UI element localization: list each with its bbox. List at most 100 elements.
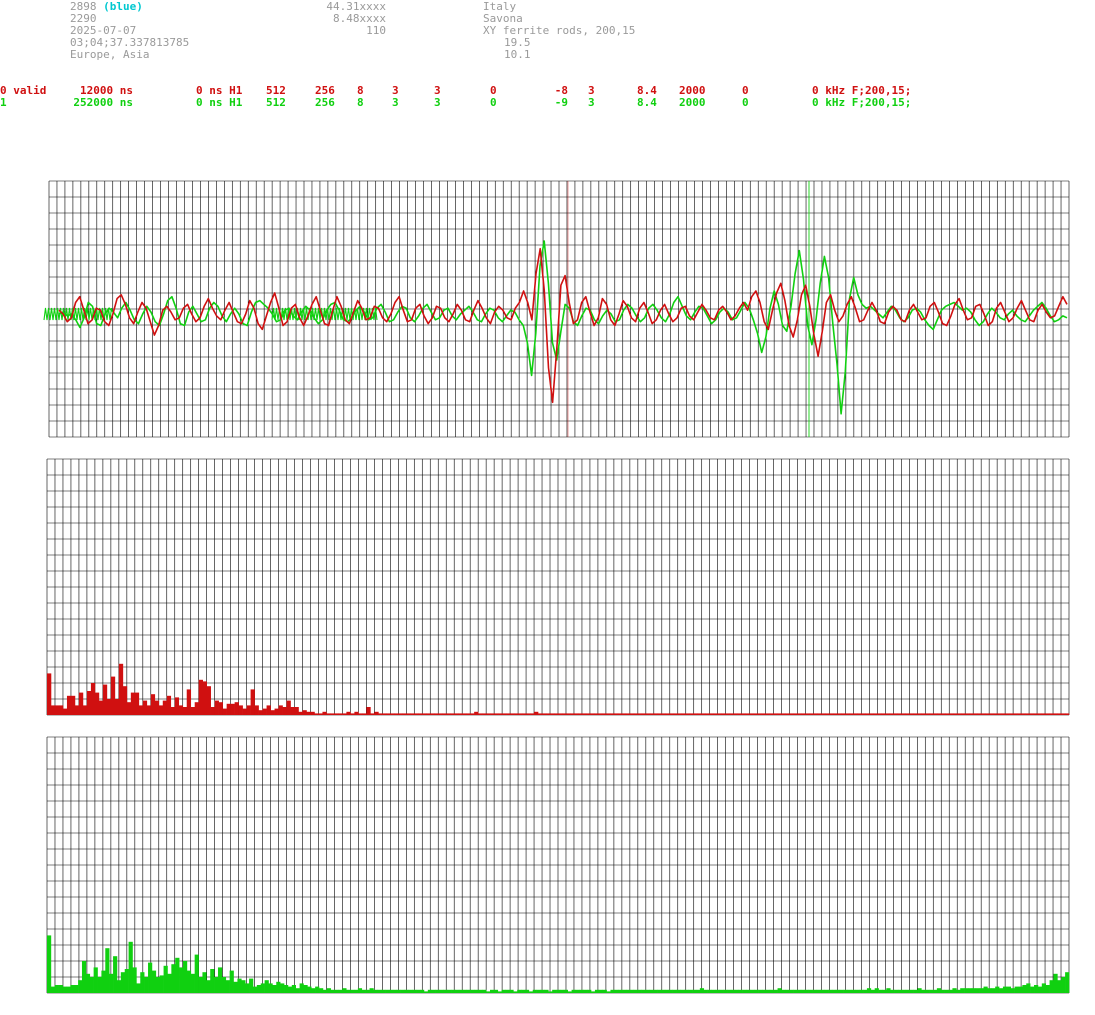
green-spectrum-bar <box>50 986 56 993</box>
red-spectrum-bar <box>154 700 160 715</box>
green-spectrum-bar <box>58 985 63 993</box>
red-spectrum-bar <box>913 713 918 715</box>
red-spectrum-bar <box>1017 713 1022 715</box>
red-spectrum-bar <box>937 713 942 715</box>
green-spectrum-bar <box>412 989 417 993</box>
green-spectrum-bar <box>474 989 479 993</box>
red-spectrum-bar <box>733 713 738 715</box>
green-spectrum-bar <box>186 970 192 993</box>
green-spectrum-bar <box>758 989 763 993</box>
green-spectrum-bar <box>967 988 973 993</box>
green-spectrum-bar <box>637 989 642 993</box>
green-spectrum-bar <box>148 962 153 993</box>
green-spectrum-bar <box>587 989 592 993</box>
green-spectrum-bar <box>439 989 444 993</box>
red-spectrum-bar <box>961 713 966 715</box>
red-spectrum-bar <box>278 705 283 715</box>
red-spectrum-bar <box>785 713 790 715</box>
red-spectrum-bar <box>581 713 587 715</box>
green-spectrum-bar <box>886 988 891 993</box>
ch1-col8: 0 <box>490 96 497 109</box>
green-burst-trace <box>43 307 113 321</box>
green-spectrum-bar <box>602 989 607 993</box>
green-spectrum-bar <box>229 970 234 993</box>
red-spectrum-bar <box>262 708 267 715</box>
red-spectrum-bar <box>997 713 1002 715</box>
red-spectrum-bar <box>366 707 371 715</box>
green-spectrum-bar <box>447 989 452 993</box>
green-spectrum-bar <box>913 989 918 993</box>
green-spectrum-bar <box>559 989 565 993</box>
green-spectrum-bar <box>1030 986 1035 993</box>
red-spectrum-bar <box>761 713 766 715</box>
red-spectrum-bar <box>577 713 583 715</box>
green-spectrum-bar <box>1018 986 1023 993</box>
green-spectrum-bar <box>952 988 957 993</box>
red-spectrum-bar <box>613 713 619 715</box>
green-spectrum-bar <box>1002 986 1008 993</box>
red-spectrum-bar <box>649 713 655 715</box>
red-spectrum-bar <box>673 713 679 715</box>
red-spectrum-bar <box>226 703 231 715</box>
red-spectrum-bar <box>893 713 898 715</box>
ch1-col11: 8.4 <box>637 96 657 109</box>
red-spectrum-bar <box>721 713 726 715</box>
red-spectrum-bar <box>346 711 351 715</box>
red-spectrum-bar <box>689 713 695 715</box>
red-spectrum-bar <box>573 713 579 715</box>
green-spectrum-bar <box>800 989 806 993</box>
green-spectrum-bar <box>987 988 992 993</box>
red-spectrum-bar <box>1013 713 1018 715</box>
red-spectrum-bar <box>378 713 383 715</box>
red-spectrum-bar <box>82 705 88 715</box>
red-spectrum-bar <box>202 681 207 715</box>
green-spectrum-bar <box>594 989 600 993</box>
red-spectrum-bar <box>837 713 842 715</box>
green-spectrum-bar <box>932 989 938 993</box>
green-spectrum-bar <box>762 989 767 993</box>
red-spectrum-bar <box>130 692 136 715</box>
red-spectrum-bar <box>222 708 227 715</box>
green-spectrum-bar <box>252 986 258 993</box>
red-spectrum-bar <box>897 713 902 715</box>
green-spectrum-bar <box>513 991 518 993</box>
green-spectrum-bar <box>353 989 359 993</box>
red-spectrum-bar <box>757 713 762 715</box>
green-spectrum-bar <box>497 991 502 993</box>
green-spectrum-bar <box>105 948 110 993</box>
red-spectrum-bar <box>270 710 275 715</box>
green-spectrum-bar <box>183 961 188 993</box>
green-spectrum-bar <box>54 985 59 993</box>
red-spectrum-bar <box>985 713 990 715</box>
ch1-col10: 3 <box>588 96 595 109</box>
ch1-col3: 512 <box>266 96 286 109</box>
red-spectrum-bar <box>438 713 443 715</box>
red-spectrum-bar <box>773 713 778 715</box>
green-spectrum-bar <box>828 989 833 993</box>
red-spectrum-bar <box>522 713 527 715</box>
red-spectrum-bar <box>917 713 922 715</box>
green-spectrum-bar <box>116 980 122 993</box>
green-spectrum-bar <box>486 991 491 993</box>
red-spectrum-bar <box>118 663 124 715</box>
red-waveform-line <box>58 247 1068 404</box>
green-spectrum-bar <box>377 989 382 993</box>
green-spectrum-bar <box>198 977 203 993</box>
red-spectrum-bar <box>174 697 180 715</box>
green-spectrum-bar <box>81 961 87 993</box>
red-spectrum-bar <box>47 673 52 715</box>
red-spectrum-bar <box>877 713 882 715</box>
red-spectrum-bar <box>753 713 758 715</box>
green-spectrum-bar <box>470 989 475 993</box>
red-spectrum-bar <box>442 713 447 715</box>
red-spectrum-bar <box>677 713 683 715</box>
red-spectrum-bar <box>430 713 435 715</box>
red-spectrum-bar <box>825 713 830 715</box>
red-spectrum-bar <box>645 713 651 715</box>
red-spectrum-bar <box>358 713 363 715</box>
red-spectrum-bar <box>326 713 331 715</box>
green-spectrum-bar <box>730 989 736 993</box>
red-spectrum-bar <box>494 713 499 715</box>
red-spectrum-bar <box>406 713 411 715</box>
ch1-col5: 8 <box>357 96 364 109</box>
